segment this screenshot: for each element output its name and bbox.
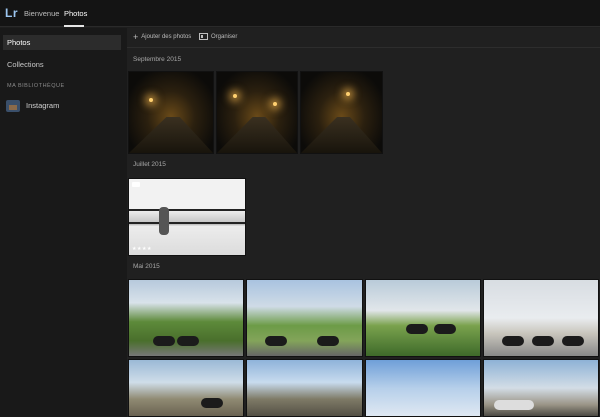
lamp-glow xyxy=(233,94,237,98)
photo-thumbnail[interactable] xyxy=(246,359,363,417)
barre-line xyxy=(129,209,245,211)
rating-stars: ★★★★ xyxy=(132,246,152,252)
motorcycle-graphic xyxy=(153,336,175,346)
photo-thumbnail[interactable] xyxy=(128,71,214,154)
group-title-september: Septembre 2015 xyxy=(133,56,182,63)
photo-thumbnail[interactable] xyxy=(246,279,363,357)
motorcycle-graphic xyxy=(201,398,223,408)
active-tab-indicator xyxy=(64,25,84,27)
group-title-may: Mai 2015 xyxy=(133,263,160,270)
photo-thumbnail[interactable] xyxy=(483,359,599,417)
photo-thumbnail[interactable] xyxy=(216,71,298,154)
nav-bienvenue[interactable]: Bienvenue xyxy=(24,9,59,18)
motorcycle-graphic xyxy=(177,336,199,346)
lamp-glow xyxy=(273,102,277,106)
add-photos-button[interactable]: + Ajouter des photos xyxy=(133,32,192,42)
organize-button[interactable]: Organiser xyxy=(199,33,237,40)
photo-grid-area: + Ajouter des photos Organiser Septembre… xyxy=(127,28,600,417)
photo-thumbnail[interactable] xyxy=(365,359,481,417)
sidebar-album-instagram[interactable]: Instagram xyxy=(6,98,122,114)
lamp-glow xyxy=(346,92,350,96)
motorcycle-graphic xyxy=(532,336,554,346)
road-graphic xyxy=(129,116,213,153)
motorcycle-graphic xyxy=(406,324,428,334)
motorcycle-graphic xyxy=(434,324,456,334)
barre-line xyxy=(129,222,245,224)
album-thumbnail xyxy=(6,100,20,112)
photo-thumbnail[interactable]: ★★★★ xyxy=(128,178,246,256)
motorcycle-graphic xyxy=(265,336,287,346)
photo-thumbnail[interactable] xyxy=(128,359,244,417)
album-label: Instagram xyxy=(26,101,60,110)
sidebar-item-photos[interactable]: Photos xyxy=(3,35,121,50)
nav-photos[interactable]: Photos xyxy=(64,9,87,18)
motorcycle-graphic xyxy=(317,336,339,346)
lightroom-logo[interactable]: Lr xyxy=(5,6,18,20)
photo-badge-icon xyxy=(132,182,140,187)
dancer-figure xyxy=(159,207,169,235)
road-graphic xyxy=(301,116,382,153)
add-photos-label: Ajouter des photos xyxy=(141,34,192,40)
photo-thumbnail[interactable] xyxy=(483,279,599,357)
sidebar-item-collections[interactable]: Collections xyxy=(3,57,121,72)
motorcycle-graphic xyxy=(494,400,534,410)
road-graphic xyxy=(217,116,297,153)
organize-label: Organiser xyxy=(211,33,238,40)
lamp-glow xyxy=(149,98,153,102)
motorcycle-graphic xyxy=(502,336,524,346)
group-title-july: Juillet 2015 xyxy=(133,161,166,168)
toolbar: + Ajouter des photos Organiser xyxy=(127,28,600,48)
motorcycle-graphic xyxy=(562,336,584,346)
photo-thumbnail[interactable] xyxy=(300,71,383,154)
plus-icon: + xyxy=(133,32,139,42)
sidebar: Photos Collections MA BIBLIOTHÈQUE Insta… xyxy=(0,28,127,417)
organize-icon xyxy=(199,33,208,40)
photo-thumbnail[interactable] xyxy=(128,279,244,357)
top-bar: Lr Bienvenue Photos xyxy=(0,0,600,27)
photo-thumbnail[interactable] xyxy=(365,279,481,357)
sidebar-section-library: MA BIBLIOTHÈQUE xyxy=(7,83,65,89)
